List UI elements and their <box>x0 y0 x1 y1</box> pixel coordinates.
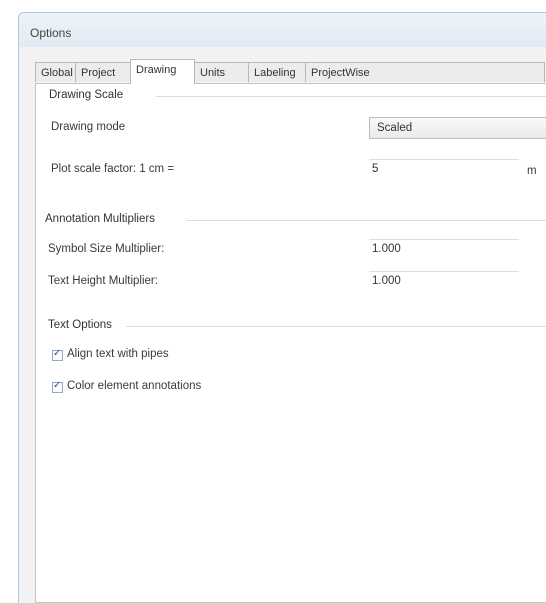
drawing-mode-label: Drawing mode <box>51 121 126 133</box>
section-divider <box>126 326 546 327</box>
align-text-checkbox[interactable]: ✓ <box>52 348 63 361</box>
text-height-field[interactable]: 1.000 <box>369 271 519 291</box>
plot-scale-unit: m <box>527 165 537 177</box>
symbol-size-label: Symbol Size Multiplier: <box>48 243 165 255</box>
text-height-value: 1.000 <box>372 275 401 287</box>
annotation-multipliers-heading: Annotation Multipliers <box>45 213 155 225</box>
text-height-label: Text Height Multiplier: <box>48 275 158 287</box>
title-bar: Options <box>19 13 546 47</box>
tab-units[interactable]: Units <box>194 62 249 82</box>
drawing-mode-value: Scaled <box>377 122 413 134</box>
options-dialog: Options Global Project Drawing Units Lab… <box>18 12 546 603</box>
align-text-label[interactable]: Align text with pipes <box>67 348 169 360</box>
drawing-tab-panel: Drawing Scale Drawing mode Scaled Plot s… <box>35 83 546 603</box>
symbol-size-field[interactable]: 1.000 <box>369 239 519 259</box>
plot-scale-factor-field[interactable]: 5 <box>369 159 519 179</box>
tab-labeling[interactable]: Labeling <box>248 62 306 82</box>
symbol-size-value: 1.000 <box>372 243 401 255</box>
tab-drawing[interactable]: Drawing <box>130 59 195 84</box>
color-annotations-label[interactable]: Color element annotations <box>67 380 201 392</box>
tab-project[interactable]: Project <box>75 62 131 82</box>
color-annotations-checkbox[interactable]: ✓ <box>52 380 63 393</box>
check-icon: ✓ <box>53 348 62 359</box>
tab-projectwise[interactable]: ProjectWise <box>305 62 545 82</box>
section-divider <box>186 220 546 221</box>
plot-scale-factor-label: Plot scale factor: 1 cm = <box>51 163 175 175</box>
check-icon: ✓ <box>53 380 62 391</box>
tab-global[interactable]: Global <box>35 62 76 82</box>
text-options-heading: Text Options <box>48 319 112 331</box>
dialog-title: Options <box>30 26 72 40</box>
section-divider <box>156 96 546 97</box>
drawing-mode-dropdown[interactable]: Scaled <box>369 117 546 139</box>
plot-scale-factor-value: 5 <box>372 163 379 175</box>
drawing-scale-heading: Drawing Scale <box>49 89 124 101</box>
